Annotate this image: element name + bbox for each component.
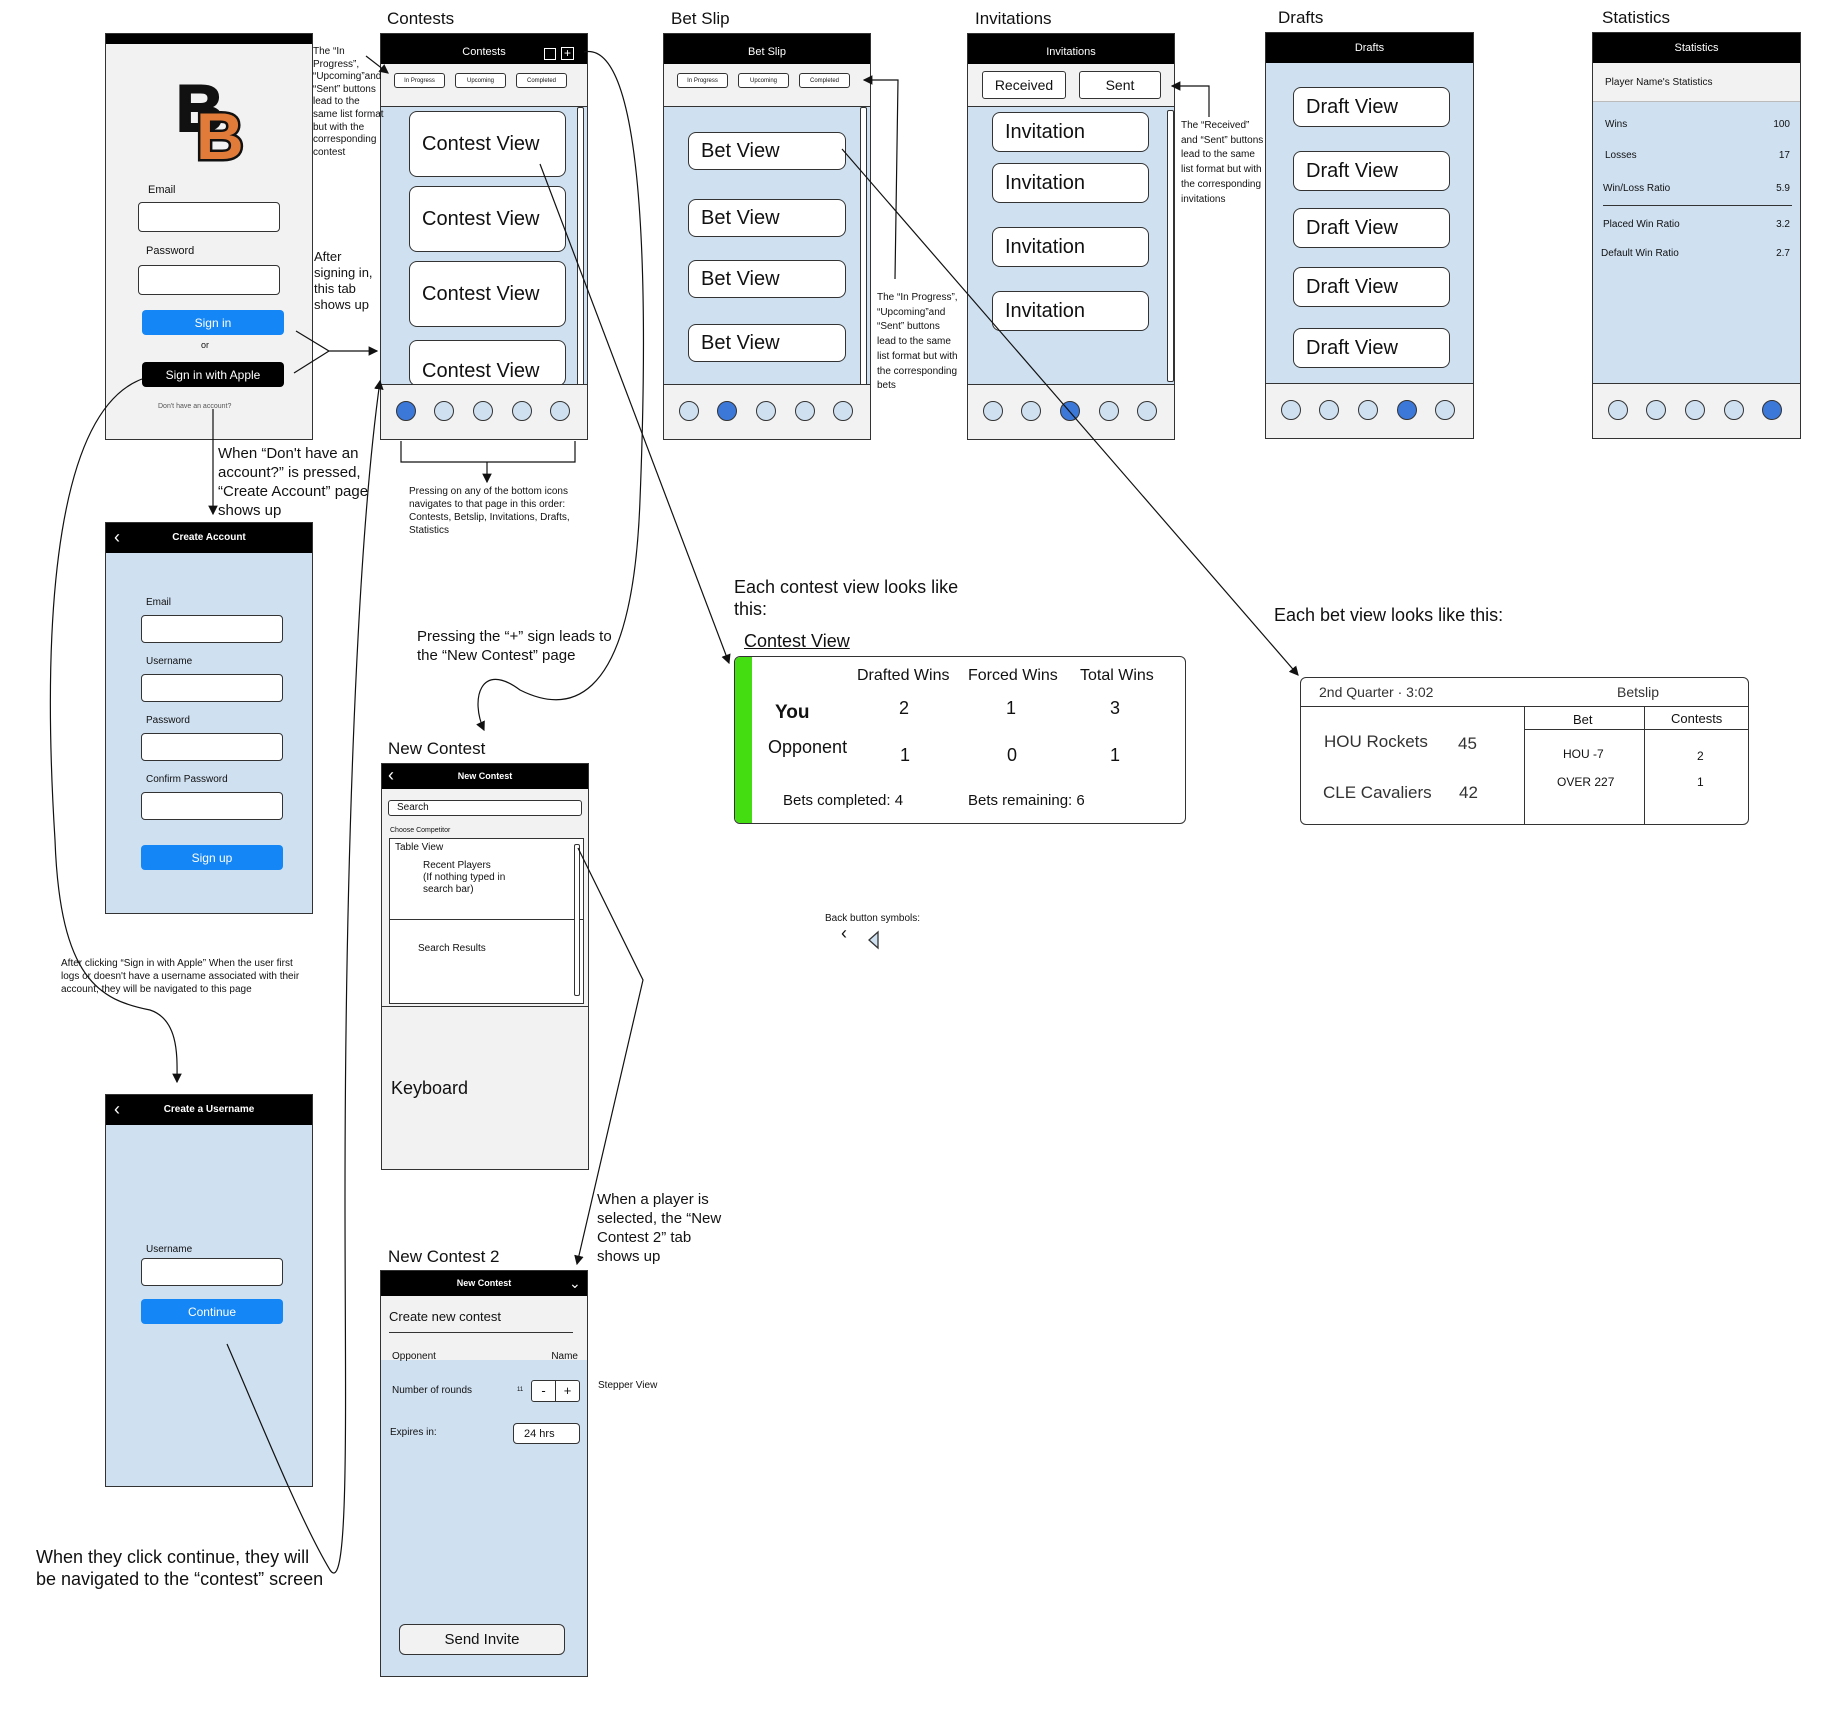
arrow-player-selected (574, 847, 644, 1266)
arrow-apple (293, 350, 330, 374)
arrow-contest-segments (365, 55, 389, 74)
arrow-apple-username (49, 378, 182, 1084)
arrow-invite-segments (1170, 81, 1210, 117)
arrow-plus (476, 51, 645, 732)
connector-arrows (49, 51, 1299, 1574)
arrow-contest-card (539, 163, 731, 665)
arrow-bet-card (841, 148, 1299, 676)
arrow-sign-in (295, 330, 379, 356)
arrow-continue (226, 379, 384, 1574)
bottom-icons-bracket (400, 441, 576, 463)
